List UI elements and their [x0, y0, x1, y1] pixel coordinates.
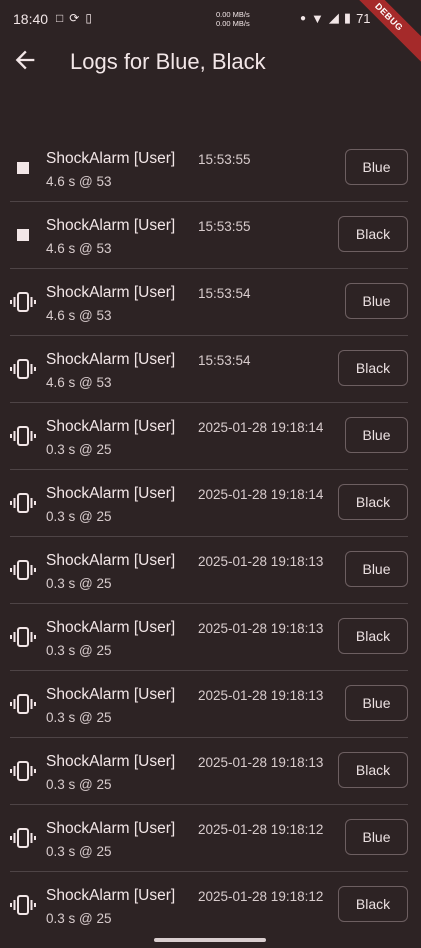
network-speed: 0.00 MB/s 0.00 MB/s — [216, 10, 250, 28]
dot-icon: ● — [300, 12, 307, 24]
log-detail: 0.3 s @ 25 — [46, 911, 112, 926]
log-source-name: ShockAlarm [User] — [46, 552, 176, 569]
log-timestamp: 2025-01-28 19:18:12 — [198, 889, 324, 904]
log-detail: 0.3 s @ 25 — [46, 509, 112, 524]
log-detail: 0.3 s @ 25 — [46, 643, 112, 658]
page-title: Logs for Blue, Black — [70, 49, 266, 74]
log-detail: 0.3 s @ 25 — [46, 442, 112, 457]
shocker-black-button[interactable]: Black — [338, 216, 408, 252]
log-row: ShockAlarm [User] 2025-01-28 19:18:13 0.3 … — [10, 738, 408, 805]
vibrate-icon — [10, 289, 36, 315]
log-row: ShockAlarm [User] 2025-01-28 19:18:12 0.3 … — [10, 805, 408, 872]
net-down: 0.00 MB/s — [216, 19, 250, 28]
shocker-blue-button[interactable]: Blue — [345, 551, 408, 587]
shocker-blue-button[interactable]: Blue — [345, 417, 408, 453]
log-source-name: ShockAlarm [User] — [46, 284, 176, 301]
log-detail: 0.3 s @ 25 — [46, 777, 112, 792]
log-detail: 0.3 s @ 25 — [46, 576, 112, 591]
phone-icon: ▯ — [85, 11, 92, 25]
shocker-black-button[interactable]: Black — [338, 886, 408, 922]
log-detail: 4.6 s @ 53 — [46, 241, 112, 256]
stop-icon — [10, 155, 36, 181]
signal-icon: ◢ — [328, 10, 339, 25]
vibrate-icon — [10, 624, 36, 650]
log-timestamp: 2025-01-28 19:18:13 — [198, 755, 324, 770]
vibrate-icon — [10, 691, 36, 717]
log-detail: 4.6 s @ 53 — [46, 308, 112, 323]
shocker-black-button[interactable]: Black — [338, 350, 408, 386]
log-row: ShockAlarm [User] 2025-01-28 19:18:14 0.3 … — [10, 403, 408, 470]
net-up: 0.00 MB/s — [216, 10, 250, 19]
vibrate-icon — [10, 892, 36, 918]
log-list: ShockAlarm [User] 15:53:55 4.6 s @ 53 Blue S… — [10, 135, 408, 938]
log-row: ShockAlarm [User] 2025-01-28 19:18:13 0.3 … — [10, 671, 408, 738]
log-source-name: ShockAlarm [User] — [46, 150, 176, 167]
shocker-black-button[interactable]: Black — [338, 618, 408, 654]
log-detail: 4.6 s @ 53 — [46, 375, 112, 390]
stop-icon — [10, 222, 36, 248]
log-source-name: ShockAlarm [User] — [46, 418, 176, 435]
shocker-black-button[interactable]: Black — [338, 484, 408, 520]
notification-icons: □ ⟳ ▯ — [56, 11, 92, 25]
app-bar: Logs for Blue, Black — [0, 38, 421, 86]
log-timestamp: 15:53:54 — [198, 286, 251, 301]
log-detail: 0.3 s @ 25 — [46, 844, 112, 859]
vibrate-icon — [10, 758, 36, 784]
shocker-blue-button[interactable]: Blue — [345, 685, 408, 721]
wifi-icon: ▼ — [311, 10, 324, 26]
shocker-blue-button[interactable]: Blue — [345, 819, 408, 855]
shocker-black-button[interactable]: Black — [338, 752, 408, 788]
log-row: ShockAlarm [User] 2025-01-28 19:18:13 0.3 … — [10, 537, 408, 604]
battery-icon: ▮ — [343, 10, 352, 25]
vibrate-icon — [10, 423, 36, 449]
log-source-name: ShockAlarm [User] — [46, 753, 176, 770]
vibrate-icon — [10, 490, 36, 516]
log-row: ShockAlarm [User] 2025-01-28 19:18:12 0.3 … — [10, 872, 408, 938]
vibrate-icon — [10, 356, 36, 382]
log-timestamp: 15:53:55 — [198, 219, 251, 234]
vibrate-icon — [10, 557, 36, 583]
gesture-nav-bar[interactable] — [154, 938, 266, 942]
log-detail: 4.6 s @ 53 — [46, 174, 112, 189]
log-source-name: ShockAlarm [User] — [46, 820, 176, 837]
log-detail: 0.3 s @ 25 — [46, 710, 112, 725]
log-source-name: ShockAlarm [User] — [46, 887, 176, 904]
shocker-blue-button[interactable]: Blue — [345, 283, 408, 319]
screenshot-icon: □ — [56, 11, 64, 25]
log-timestamp: 2025-01-28 19:18:13 — [198, 688, 324, 703]
system-icons: ● ▼ ◢ ▮ 71 — [300, 10, 371, 26]
log-timestamp: 2025-01-28 19:18:13 — [198, 554, 324, 569]
log-timestamp: 15:53:54 — [198, 353, 251, 368]
status-time: 18:40 — [13, 11, 49, 27]
log-row: ShockAlarm [User] 15:53:54 4.6 s @ 53 Black — [10, 336, 408, 403]
back-arrow-icon[interactable] — [11, 46, 39, 74]
log-source-name: ShockAlarm [User] — [46, 485, 176, 502]
battery-level: 71 — [356, 10, 371, 26]
log-timestamp: 2025-01-28 19:18:13 — [198, 621, 324, 636]
log-row: ShockAlarm [User] 2025-01-28 19:18:13 0.3 … — [10, 604, 408, 671]
log-source-name: ShockAlarm [User] — [46, 351, 176, 368]
log-row: ShockAlarm [User] 15:53:55 4.6 s @ 53 Black — [10, 202, 408, 269]
status-bar: 18:40 □ ⟳ ▯ 0.00 MB/s 0.00 MB/s ● ▼ ◢ ▮ … — [0, 0, 421, 66]
sync-icon: ⟳ — [69, 11, 80, 25]
log-source-name: ShockAlarm [User] — [46, 619, 176, 636]
log-row: ShockAlarm [User] 2025-01-28 19:18:14 0.3 … — [10, 470, 408, 537]
log-source-name: ShockAlarm [User] — [46, 217, 176, 234]
log-timestamp: 15:53:55 — [198, 152, 251, 167]
log-timestamp: 2025-01-28 19:18:14 — [198, 420, 324, 435]
log-row: ShockAlarm [User] 15:53:55 4.6 s @ 53 Blue — [10, 135, 408, 202]
shocker-blue-button[interactable]: Blue — [345, 149, 408, 185]
log-source-name: ShockAlarm [User] — [46, 686, 176, 703]
log-timestamp: 2025-01-28 19:18:12 — [198, 822, 324, 837]
log-row: ShockAlarm [User] 15:53:54 4.6 s @ 53 Blue — [10, 269, 408, 336]
vibrate-icon — [10, 825, 36, 851]
log-timestamp: 2025-01-28 19:18:14 — [198, 487, 324, 502]
